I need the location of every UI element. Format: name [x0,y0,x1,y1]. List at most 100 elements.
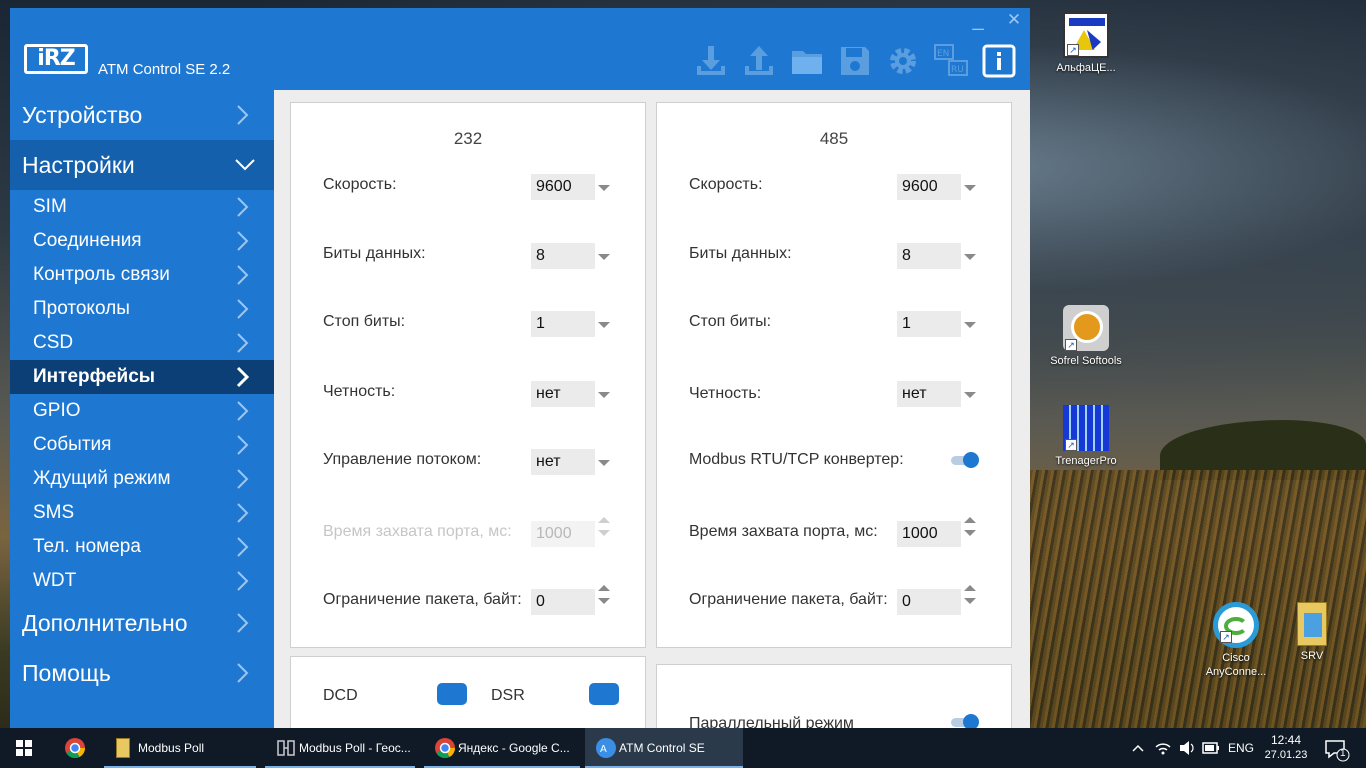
packet-limit-input[interactable]: 0 [531,589,595,615]
dropdown-arrow-icon[interactable] [964,185,976,191]
taskbar-item-modbus-poll[interactable]: Modbus Poll [104,728,256,768]
port-capture-input[interactable]: 1000 [897,521,961,547]
language-indicator[interactable]: ENG [1228,728,1256,768]
save-icon[interactable] [838,44,872,78]
sidebar-item-device[interactable]: Устройство [10,90,274,140]
stopbits-label: Стоп биты: [689,313,772,330]
battery-icon[interactable] [1202,728,1220,768]
chevron-right-icon [234,648,252,698]
port-capture-label: Время захвата порта, мс: [689,523,878,540]
packet-limit-label: Ограничение пакета, байт: [323,591,522,608]
sidebar-item-phone-numbers[interactable]: Тел. номера [10,530,274,564]
wifi-icon[interactable] [1154,728,1172,768]
volume-icon[interactable] [1178,728,1196,768]
sidebar-item-advanced[interactable]: Дополнительно [10,598,274,648]
parity-select[interactable]: нет [531,381,595,407]
sidebar-item-sim[interactable]: SIM [10,190,274,224]
sidebar-item-label: CSD [33,332,74,353]
clock[interactable]: 12:44 27.01.23 [1262,728,1310,768]
tray-chevron-up-icon[interactable] [1130,728,1146,768]
sidebar-item-settings[interactable]: Настройки [10,140,274,190]
spin-up-icon[interactable] [964,517,976,523]
port-capture-input[interactable]: 1000 [531,521,595,547]
desktop-icon-sofrel[interactable]: ↗ Sofrel Softools [1048,305,1124,368]
sidebar-item-connections[interactable]: Соединения [10,224,274,258]
chevron-right-icon [234,326,252,360]
databits-select[interactable]: 8 [531,243,595,269]
sidebar-item-sms[interactable]: SMS [10,496,274,530]
chevron-right-icon [234,394,252,428]
spin-up-icon[interactable] [964,585,976,591]
dcd-label: DCD [323,687,358,704]
upload-icon[interactable] [742,44,776,78]
dropdown-arrow-icon[interactable] [598,392,610,398]
taskbar-item-yandex-chrome[interactable]: Яндекс - Google C... [424,728,580,768]
stopbits-select[interactable]: 1 [897,311,961,337]
spin-down-icon[interactable] [598,598,610,604]
dropdown-arrow-icon[interactable] [598,254,610,260]
close-button[interactable]: ✕ [1002,10,1026,32]
alfa-app-icon: ↗ [1063,12,1109,58]
spin-down-icon[interactable] [598,530,610,536]
spin-down-icon[interactable] [964,598,976,604]
spin-up-icon[interactable] [598,585,610,591]
dsr-indicator [589,683,619,705]
sidebar-item-csd[interactable]: CSD [10,326,274,360]
chevron-right-icon [234,224,252,258]
dropdown-arrow-icon[interactable] [964,392,976,398]
taskbar-chrome-pinned[interactable] [54,728,98,768]
desktop-icon-cisco[interactable]: ↗ Cisco AnyConne... [1198,602,1274,679]
gear-icon[interactable] [886,44,920,78]
chevron-right-icon [234,292,252,326]
start-button[interactable] [0,728,48,768]
sidebar-item-events[interactable]: События [10,428,274,462]
spin-up-icon[interactable] [598,517,610,523]
taskbar-item-label: ATM Control SE [619,741,705,755]
dropdown-arrow-icon[interactable] [598,185,610,191]
sidebar-item-label: Настройки [22,152,135,178]
sidebar-item-wdt[interactable]: WDT [10,564,274,598]
port-capture-label: Время захвата порта, мс: [323,523,512,540]
dropdown-arrow-icon[interactable] [598,322,610,328]
desktop-icon-trenager[interactable]: ↗ TrenagerPro [1048,405,1124,468]
info-icon[interactable] [982,44,1016,78]
language-icon[interactable]: EN RU [934,44,968,78]
panel-title: 232 [453,129,483,148]
speed-select[interactable]: 9600 [531,174,595,200]
panel-rs232: 232 Скорость: 9600 Биты данных: 8 Стоп б… [290,102,646,648]
dropdown-arrow-icon[interactable] [598,460,610,466]
notification-center-icon[interactable]: 1 [1322,728,1352,768]
folder-icon[interactable] [790,44,824,78]
desktop-icon-srv[interactable]: SRV [1274,602,1350,663]
taskbar-item-label: Яндекс - Google C... [458,741,570,755]
modbus-converter-toggle[interactable] [951,451,979,469]
download-icon[interactable] [694,44,728,78]
speed-select[interactable]: 9600 [897,174,961,200]
speed-label: Скорость: [323,176,397,193]
spin-down-icon[interactable] [964,530,976,536]
parallel-mode-toggle[interactable] [951,713,979,728]
taskbar-item-modbus-poll-geos[interactable]: Modbus Poll - Геос... [265,728,415,768]
trenager-app-icon: ↗ [1063,405,1109,451]
desktop-icon-alfa[interactable]: ↗ АльфаЦЕ... [1048,12,1124,75]
sidebar-item-gpio[interactable]: GPIO [10,394,274,428]
chevron-right-icon [234,90,252,140]
packet-limit-input[interactable]: 0 [897,589,961,615]
clock-date: 27.01.23 [1264,749,1308,761]
sidebar-item-interfaces[interactable]: Интерфейсы [10,360,274,394]
sidebar-item-standby[interactable]: Ждущий режим [10,462,274,496]
app-title: ATM Control SE 2.2 [98,61,231,78]
parity-select[interactable]: нет [897,381,961,407]
sidebar-item-link-control[interactable]: Контроль связи [10,258,274,292]
sidebar-item-protocols[interactable]: Протоколы [10,292,274,326]
stopbits-select[interactable]: 1 [531,311,595,337]
minimize-button[interactable]: _ [966,10,990,32]
taskbar-item-atm-control[interactable]: A ATM Control SE [585,728,743,768]
dropdown-arrow-icon[interactable] [964,322,976,328]
databits-label: Биты данных: [323,245,426,262]
dropdown-arrow-icon[interactable] [964,254,976,260]
databits-select[interactable]: 8 [897,243,961,269]
sidebar-item-help[interactable]: Помощь [10,648,274,698]
flow-control-select[interactable]: нет [531,449,595,475]
desktop-field [1030,470,1366,728]
